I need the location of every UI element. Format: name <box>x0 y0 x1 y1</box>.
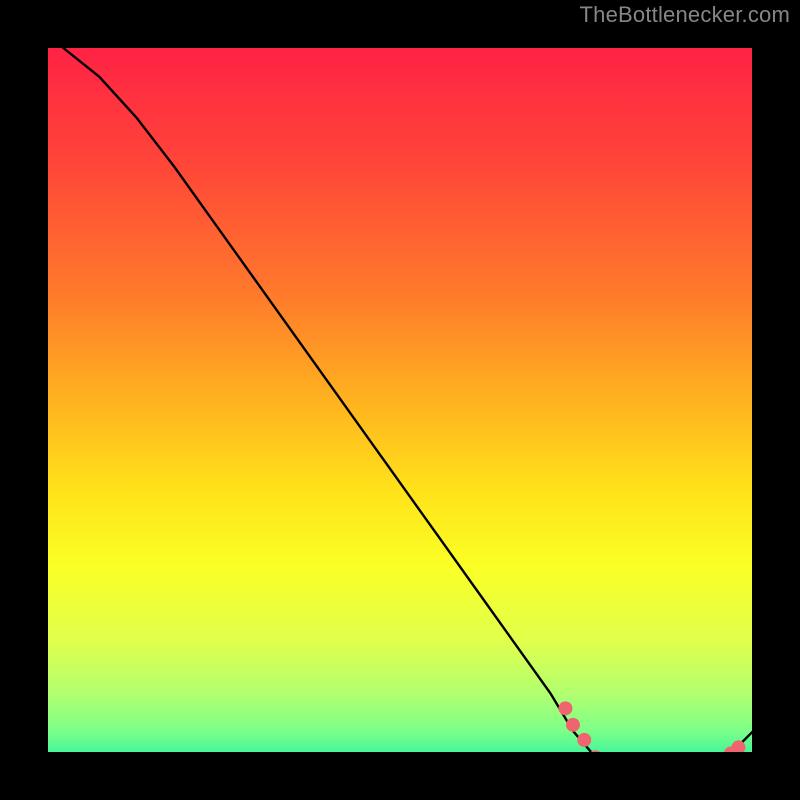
curve-marker <box>577 733 591 747</box>
curve-marker <box>566 718 580 732</box>
chart-stage: TheBottlenecker.com <box>0 0 800 800</box>
gradient-background <box>24 24 776 776</box>
attribution-label: TheBottlenecker.com <box>580 2 790 28</box>
bottleneck-chart <box>0 0 800 800</box>
curve-marker <box>558 701 572 715</box>
